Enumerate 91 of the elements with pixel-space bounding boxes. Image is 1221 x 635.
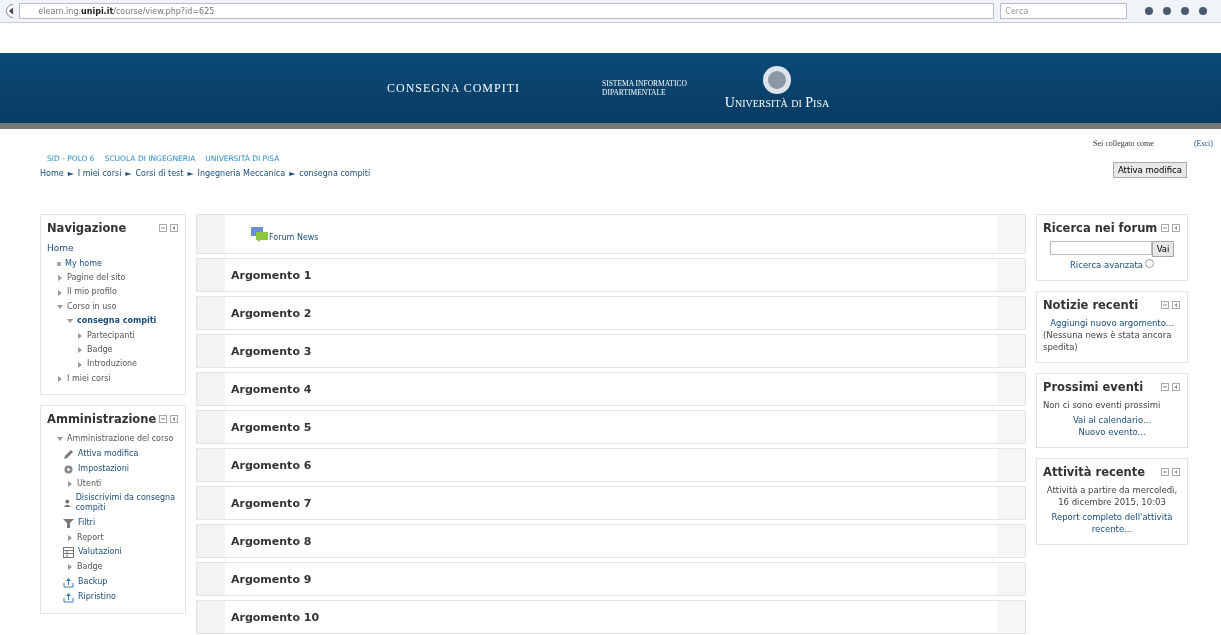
events-note: Non ci sono eventi prossimi [1043, 399, 1162, 412]
topic-title: Argomento 2 [231, 306, 312, 320]
tree-item[interactable]: Utenti [77, 478, 102, 489]
breadcrumb-separator: ► [67, 169, 74, 178]
topic-title: Argomento 9 [231, 572, 312, 586]
tree-item[interactable]: Introduzione [87, 359, 138, 370]
tree-item[interactable]: Valutazioni [78, 547, 122, 558]
collapsed-arrow-icon[interactable] [57, 275, 63, 282]
block-controls-icon[interactable] [159, 224, 179, 232]
expanded-arrow-icon[interactable] [57, 436, 63, 443]
filter-icon [63, 517, 74, 529]
block-controls-icon[interactable] [1161, 382, 1181, 391]
tree-item[interactable]: Report [77, 532, 104, 544]
user-icon [63, 497, 72, 509]
collapsed-arrow-icon[interactable] [67, 564, 73, 571]
edit-mode-button[interactable]: Attiva modifica [1112, 162, 1187, 178]
forum-link[interactable]: Forum News [269, 232, 319, 242]
breadcrumb-link[interactable]: Corsi di test [135, 169, 184, 178]
collapsed-arrow-icon[interactable] [57, 289, 63, 296]
topic-title: Argomento 1 [231, 268, 312, 282]
topic-title: Argomento 4 [231, 382, 312, 396]
collapsed-arrow-icon[interactable] [77, 332, 83, 339]
topic-title: Argomento 8 [231, 534, 312, 548]
login-info: Sei collegato come [1093, 139, 1154, 148]
advanced-search-link[interactable]: Ricerca avanzata [1069, 260, 1144, 270]
topic-title: Argomento 5 [231, 420, 312, 434]
block-title: Ricerca nei forum [1043, 221, 1158, 235]
block-title: Navigazione [47, 221, 127, 235]
tree-item[interactable]: I miei corsi [67, 373, 111, 385]
event-link[interactable]: Nuovo evento... [1078, 427, 1146, 438]
chat-bubbles-icon [251, 226, 269, 242]
topic-title: Argomento 6 [231, 458, 312, 472]
table-icon [63, 547, 74, 559]
expanded-arrow-icon[interactable] [57, 304, 63, 311]
search-input[interactable] [1049, 241, 1152, 255]
tree-item[interactable]: Badge [87, 345, 113, 356]
upload-icon [63, 591, 74, 603]
collapsed-arrow-icon[interactable] [77, 347, 83, 354]
course-title: CONSEGNA COMPITI [387, 80, 520, 96]
tree-item[interactable]: consegna compiti [77, 316, 157, 327]
tree-item[interactable]: Corso in uso [67, 301, 117, 313]
go-button[interactable]: Vai [1151, 241, 1175, 257]
tree-item[interactable]: Attiva modifica [78, 448, 139, 460]
logout-link[interactable]: (Esci) [1193, 139, 1213, 148]
block-title: Amministrazione [47, 412, 157, 427]
block-controls-icon[interactable] [159, 415, 179, 424]
add-topic-link[interactable]: Aggiungi nuovo argomento... [1050, 317, 1174, 328]
news-note: (Nessuna news è stata ancora spedita) [1043, 329, 1173, 354]
breadcrumb-link[interactable]: Home [40, 169, 64, 178]
topic-title: Argomento 7 [231, 496, 312, 510]
address-field[interactable]: elearn.ing.unipi.it/course/view.php?id=625 [19, 3, 995, 19]
breadcrumb-link[interactable]: Ingegneria Meccanica [197, 169, 286, 178]
tree-item[interactable]: Disiscrivimi da consegna compiti [75, 493, 179, 514]
tree-item[interactable]: Ripristino [78, 591, 116, 603]
block-title: Prossimi eventi [1043, 379, 1144, 394]
breadcrumb-separator: ► [289, 169, 296, 178]
tree-item[interactable]: Pagine del sito [67, 273, 126, 284]
bullet-icon [57, 261, 61, 266]
tree-item[interactable]: Backup [78, 576, 108, 588]
pencil-icon [63, 448, 74, 460]
upload-icon [63, 576, 74, 588]
tree-item[interactable]: Filtri [78, 518, 96, 529]
block-controls-icon[interactable] [1161, 300, 1181, 309]
tree-item[interactable]: Impostazioni [78, 463, 129, 475]
activity-note: Attività a partire da mercoledì, 16 dicembre 2015, 10:03 [1045, 485, 1179, 509]
university-name: Università di Pisa [724, 95, 830, 111]
full-report-link[interactable]: Report completo dell'attività recente... [1043, 512, 1181, 536]
seal-icon [762, 65, 792, 95]
collapsed-arrow-icon[interactable] [67, 480, 73, 487]
breadcrumb-separator: ► [187, 169, 194, 178]
tree-item[interactable]: Il mio profilo [67, 287, 117, 298]
tree-item[interactable]: My home [65, 258, 102, 270]
topic-title: Argomento 10 [231, 610, 320, 624]
collapsed-arrow-icon[interactable] [67, 534, 73, 541]
block-title: Notizie recenti [1043, 297, 1139, 312]
topic-title: Argomento 3 [231, 344, 312, 358]
tree-item[interactable]: Badge [77, 562, 103, 573]
collapsed-arrow-icon[interactable] [57, 376, 63, 382]
event-link[interactable]: Vai al calendario... [1072, 415, 1152, 426]
block-controls-icon[interactable] [1161, 468, 1181, 477]
expanded-arrow-icon[interactable] [67, 318, 73, 325]
tree-item[interactable]: Home [47, 243, 74, 255]
help-icon[interactable] [1145, 259, 1155, 268]
breadcrumb-separator: ► [125, 169, 132, 178]
tree-item[interactable]: Amministrazione del corso [67, 434, 174, 445]
collapsed-arrow-icon[interactable] [77, 361, 83, 368]
tree-item[interactable]: Partecipanti [87, 330, 135, 342]
block-title: Attività recente [1043, 465, 1146, 480]
breadcrumb-link[interactable]: I miei corsi [77, 169, 122, 178]
block-controls-icon[interactable] [1161, 224, 1181, 232]
breadcrumb-link[interactable]: consegna compiti [299, 169, 371, 178]
